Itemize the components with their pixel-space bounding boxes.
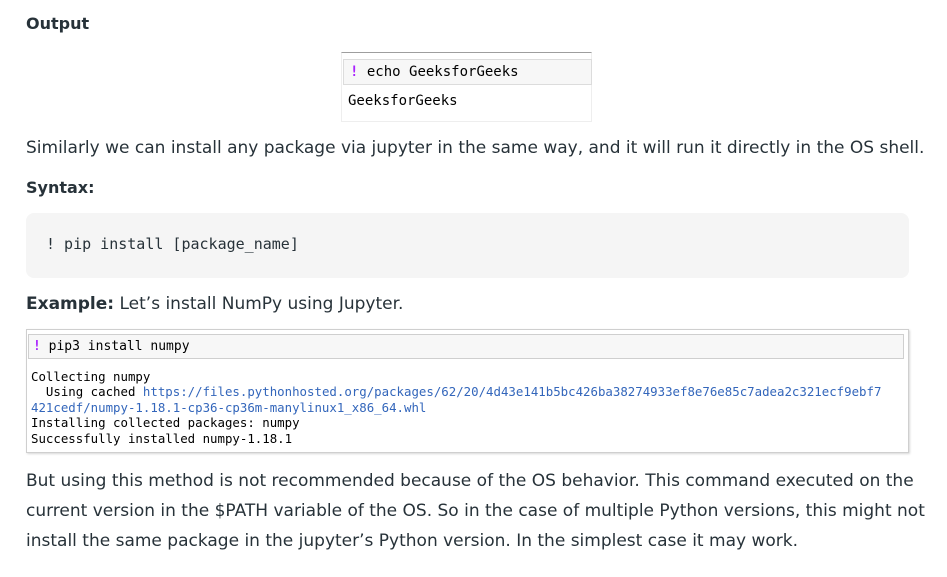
paragraph-install-intro: Similarly we can install any package via… — [26, 138, 925, 158]
paragraph-line: But using this method is not recommended… — [26, 471, 914, 491]
echo-output: GeeksforGeeks — [348, 93, 458, 109]
paragraph-line: install the same package in the jupyter’… — [26, 531, 798, 551]
output-line: Installing collected packages: numpy — [31, 415, 300, 431]
paragraph-warning: But using this method is not recommended… — [26, 466, 925, 556]
syntax-code: ! pip install [package_name] — [46, 235, 299, 253]
example-line: Example: Let’s install NumPy using Jupyt… — [26, 294, 403, 314]
output-line: Using cached — [31, 384, 143, 400]
output-heading: Output — [26, 14, 90, 33]
example-text: Let’s install NumPy using Jupyter. — [114, 294, 404, 314]
package-url-link-continued: 421cedf/numpy-1.18.1-cp36-cp36m-manylinu… — [31, 399, 427, 415]
pip-output: Collecting numpy Using cached https://fi… — [27, 359, 908, 446]
paragraph-line: current version in the $PATH variable of… — [26, 501, 925, 521]
output-line: Successfully installed numpy-1.18.1 — [31, 430, 293, 446]
echo-input-cell: ! echo GeeksforGeeks — [343, 59, 592, 85]
example-label: Example: — [26, 294, 115, 314]
bang-symbol: ! — [33, 339, 41, 354]
pip-notebook-screenshot: ! pip3 install numpy Collecting numpy Us… — [26, 329, 909, 453]
pip-command: pip3 install numpy — [40, 339, 190, 354]
echo-notebook-screenshot: ! echo GeeksforGeeks GeeksforGeeks — [341, 52, 592, 122]
package-url-link: https://files.pythonhosted.org/packages/… — [142, 384, 882, 400]
output-line: Collecting numpy — [31, 369, 151, 384]
syntax-label: Syntax: — [26, 178, 95, 197]
syntax-code-block: ! pip install [package_name] — [26, 213, 909, 278]
echo-command: echo GeeksforGeeks — [358, 64, 519, 80]
pip-input-cell: ! pip3 install numpy — [28, 334, 904, 359]
